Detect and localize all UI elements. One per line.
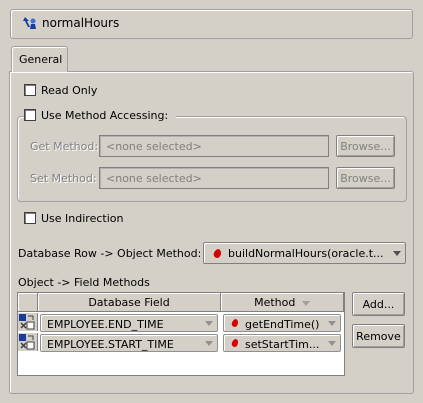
column-header-method[interactable]: Method — [221, 293, 344, 312]
table-row-method-combo[interactable]: setStartTim... — [223, 334, 341, 352]
field-mapping-icon — [19, 314, 35, 330]
column-header-database-field[interactable]: Database Field — [38, 293, 221, 312]
table-row-icon — [18, 313, 38, 331]
field-methods-table[interactable]: Database Field Method EMPLOYEE.END_TIME … — [17, 292, 345, 376]
mapping-attribute-icon — [23, 17, 36, 29]
use-indirection-checkbox[interactable] — [24, 212, 36, 224]
column-header-method-label: Method — [254, 296, 296, 309]
method-accessing-group — [17, 116, 407, 202]
table-row-field-combo[interactable]: EMPLOYEE.END_TIME — [40, 314, 218, 332]
tab-general-label: General — [19, 53, 63, 66]
chevron-down-icon[interactable] — [205, 321, 213, 326]
method-icon — [230, 318, 240, 328]
use-method-accessing-label[interactable]: Use Method Accessing: — [41, 109, 168, 122]
get-method-label: Get Method: — [30, 140, 99, 153]
add-button[interactable]: Add... — [352, 292, 405, 316]
sort-down-icon — [301, 300, 310, 306]
tab-general[interactable]: General — [11, 46, 68, 72]
set-method-label: Set Method: — [30, 172, 97, 185]
chevron-down-icon[interactable] — [328, 321, 336, 326]
chevron-down-icon[interactable] — [328, 341, 336, 346]
table-row-method-combo[interactable]: getEndTime() — [223, 314, 341, 332]
table-row-field: EMPLOYEE.START_TIME — [47, 338, 174, 351]
table-row-method: getEndTime() — [245, 318, 320, 331]
field-mapping-icon — [19, 334, 35, 350]
use-method-accessing-checkbox[interactable] — [24, 109, 36, 121]
table-row-icon — [18, 333, 38, 351]
read-only-label[interactable]: Read Only — [41, 84, 97, 97]
table-row-method: setStartTim... — [245, 338, 320, 351]
db-row-method-combo[interactable]: buildNormalHours(oracle.t... — [203, 242, 406, 264]
use-indirection-label[interactable]: Use Indirection — [41, 212, 123, 225]
get-method-field[interactable]: <none selected> — [99, 135, 329, 157]
mapping-title: normalHours — [42, 16, 120, 30]
field-methods-label: Object -> Field Methods — [18, 276, 150, 289]
table-row-field: EMPLOYEE.END_TIME — [47, 318, 164, 331]
chevron-down-icon[interactable] — [205, 341, 213, 346]
db-row-method-label: Database Row -> Object Method: — [18, 247, 202, 260]
get-method-browse-button[interactable]: Browse... — [336, 135, 395, 157]
table-header-corner — [18, 293, 38, 312]
set-method-field[interactable]: <none selected> — [99, 167, 329, 189]
read-only-checkbox[interactable] — [24, 84, 36, 96]
set-method-browse-button[interactable]: Browse... — [336, 167, 395, 189]
db-row-method-value: buildNormalHours(oracle.t... — [228, 247, 384, 260]
remove-button[interactable]: Remove — [352, 324, 405, 348]
method-icon — [212, 248, 223, 259]
table-row-field-combo[interactable]: EMPLOYEE.START_TIME — [40, 334, 218, 352]
method-icon — [230, 338, 240, 348]
chevron-down-icon[interactable] — [393, 251, 401, 256]
